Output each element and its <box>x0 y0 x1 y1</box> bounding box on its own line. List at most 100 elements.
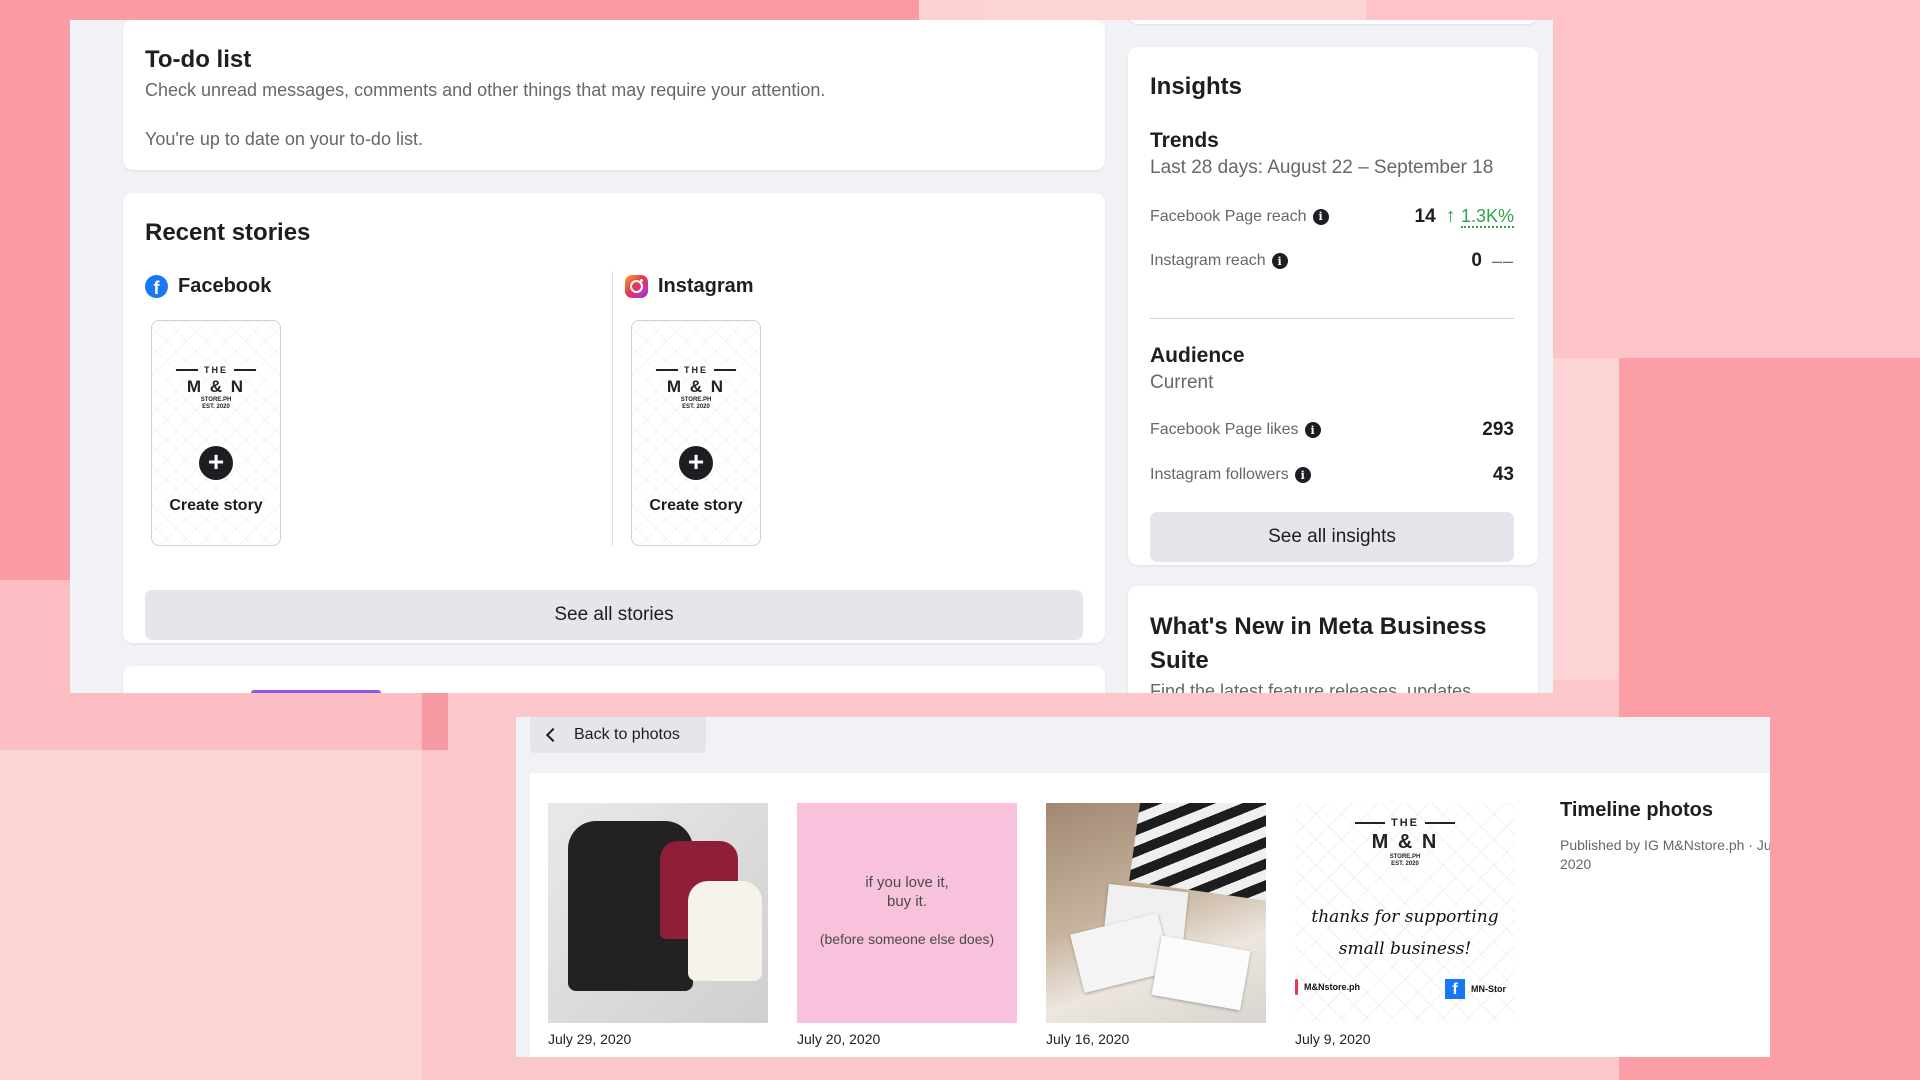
metric-value-wrap: 14 ↑ 1.3K% <box>1415 205 1514 228</box>
handle-text: M&Nstore.ph <box>1304 982 1360 992</box>
divider <box>1150 318 1514 319</box>
previous-card <box>1128 20 1538 24</box>
instagram-icon <box>625 275 648 298</box>
logo-name: M & N <box>186 377 246 396</box>
recent-stories-card: Recent stories f Facebook Instagram THE … <box>123 193 1105 643</box>
trends-period: Last 28 days: August 22 – September 18 <box>1150 157 1494 178</box>
brand-logo: THE M & N STORE.PH EST. 2020 <box>632 365 760 411</box>
logo-name: M & N <box>1371 831 1439 853</box>
handle-text: MN-Stor <box>1471 984 1506 994</box>
logo-the: THE <box>152 365 280 375</box>
metric-label: Instagram reach <box>1150 252 1266 269</box>
logo-est: EST. 2020 <box>682 404 710 410</box>
whats-new-description: Find the latest feature releases, update… <box>1150 681 1472 693</box>
timeline-photos-view: Back to photos July 29, 2020 if you love… <box>516 717 1770 1057</box>
metric-label: Facebook Page reach <box>1150 207 1307 225</box>
photo-panel: July 29, 2020 if you love it, buy it. (b… <box>530 773 1770 1057</box>
facebook-stories-header: f Facebook <box>145 275 271 298</box>
platform-label: Facebook <box>178 275 272 297</box>
todo-title: To-do list <box>145 46 252 73</box>
instagram-followers-row: Instagram followers i 43 <box>1150 464 1514 486</box>
trend-none: –– <box>1491 250 1514 271</box>
logo-the: THE <box>632 365 760 375</box>
business-suite-home: To-do list Check unread messages, commen… <box>70 20 1553 693</box>
logo-sub: STORE.PH <box>200 397 232 403</box>
thank-you-card <box>1151 935 1251 1011</box>
divider <box>612 271 613 546</box>
info-icon[interactable]: i <box>1271 253 1288 269</box>
audience-period: Current <box>1150 372 1214 393</box>
brand-logo: THE M & N STORE.PH EST. 2020 <box>152 365 280 411</box>
metric-label: Instagram followers <box>1150 466 1289 483</box>
quote-line: buy it. <box>886 893 928 910</box>
photo-date: July 20, 2020 <box>797 1031 881 1047</box>
photo-date: July 9, 2020 <box>1295 1031 1371 1047</box>
thank-you-script: thanks for supporting small business! <box>1295 901 1515 965</box>
logo-est: EST. 2020 <box>1391 861 1419 867</box>
quote-subtext: (before someone else does) <box>819 931 995 947</box>
metric-label: Facebook Page likes <box>1150 421 1299 438</box>
audience-heading: Audience <box>1150 344 1245 367</box>
create-story-label: Create story <box>169 497 263 514</box>
logo-the: THE <box>1295 817 1515 829</box>
facebook-icon: f <box>1445 979 1465 999</box>
todo-description: Check unread messages, comments and othe… <box>145 80 826 100</box>
album-meta-line: 2020 <box>1560 856 1592 872</box>
platform-label: Instagram <box>658 275 754 297</box>
accent-bar <box>251 690 381 693</box>
chevron-left-icon <box>545 727 561 743</box>
script-line: small business! <box>1338 939 1472 959</box>
back-label: Back to photos <box>574 726 680 743</box>
create-story-label: Create story <box>649 497 743 514</box>
todo-status: You're up to date on your to-do list. <box>145 129 423 149</box>
trend-percent: 1.3K% <box>1460 206 1514 228</box>
facebook-likes-row: Facebook Page likes i 293 <box>1150 419 1514 441</box>
insights-title: Insights <box>1150 73 1243 100</box>
trends-heading: Trends <box>1150 129 1219 152</box>
photo-thumbnail[interactable]: THE M & N STORE.PH EST. 2020 thanks for … <box>1295 803 1515 1023</box>
photo-thumbnail[interactable] <box>1046 803 1266 1023</box>
brand-logo: THE M & N STORE.PH EST. 2020 <box>1295 817 1515 868</box>
info-icon[interactable]: i <box>1312 208 1329 225</box>
metric-label-wrap: Facebook Page reach i <box>1150 208 1329 226</box>
whats-new-title: What's New in Meta Business Suite <box>1150 613 1487 674</box>
metric-value: 14 <box>1414 205 1436 227</box>
add-circle-icon: + <box>199 446 233 480</box>
logo-name: M & N <box>666 377 726 396</box>
metric-label-wrap: Instagram reach i <box>1150 252 1288 270</box>
instagram-icon <box>1295 979 1298 995</box>
facebook-reach-row: Facebook Page reach i 14 ↑ 1.3K% <box>1150 205 1514 228</box>
metric-label-wrap: Instagram followers i <box>1150 466 1311 484</box>
photo-thumbnail[interactable]: if you love it, buy it. (before someone … <box>797 803 1017 1023</box>
album-meta: Published by IG M&Nstore.ph · July 2020 <box>1560 836 1770 874</box>
back-to-photos-button[interactable]: Back to photos <box>530 717 706 753</box>
add-circle-icon: + <box>679 446 713 480</box>
metric-value-wrap: 0 –– <box>1471 250 1514 272</box>
insights-card: Insights Trends Last 28 days: August 22 … <box>1128 47 1538 565</box>
info-icon[interactable]: i <box>1294 467 1311 483</box>
album-info: Timeline photos Published by IG M&Nstore… <box>1560 799 1770 874</box>
trend-change[interactable]: ↑ 1.3K% <box>1446 205 1514 228</box>
photo-date: July 16, 2020 <box>1046 1031 1130 1047</box>
logo-sub: STORE.PH <box>680 397 712 403</box>
info-icon[interactable]: i <box>1304 422 1321 438</box>
script-line: thanks for supporting <box>1311 907 1499 927</box>
next-card <box>123 666 1105 693</box>
quote-line: if you love it, <box>865 874 949 891</box>
instagram-handle: M&Nstore.ph <box>1295 979 1360 995</box>
recent-stories-title: Recent stories <box>145 219 311 246</box>
create-instagram-story-tile[interactable]: THE M & N STORE.PH EST. 2020 + Create st… <box>631 320 761 546</box>
facebook-handle: f MN-Stor <box>1445 979 1506 999</box>
metric-value: 0 <box>1471 250 1482 271</box>
see-all-insights-button[interactable]: See all insights <box>1150 512 1514 562</box>
arrow-up-icon: ↑ <box>1445 205 1456 227</box>
see-all-stories-button[interactable]: See all stories <box>145 590 1083 640</box>
metric-value: 293 <box>1482 419 1514 440</box>
whats-new-card: What's New in Meta Business Suite Find t… <box>1128 586 1538 693</box>
create-facebook-story-tile[interactable]: THE M & N STORE.PH EST. 2020 + Create st… <box>151 320 281 546</box>
album-meta-line: Published by IG M&Nstore.ph · July <box>1560 837 1770 853</box>
album-title[interactable]: Timeline photos <box>1560 799 1770 822</box>
photo-thumbnail[interactable] <box>548 803 768 1023</box>
instagram-stories-header: Instagram <box>625 275 754 298</box>
instagram-reach-row: Instagram reach i 0 –– <box>1150 250 1514 272</box>
